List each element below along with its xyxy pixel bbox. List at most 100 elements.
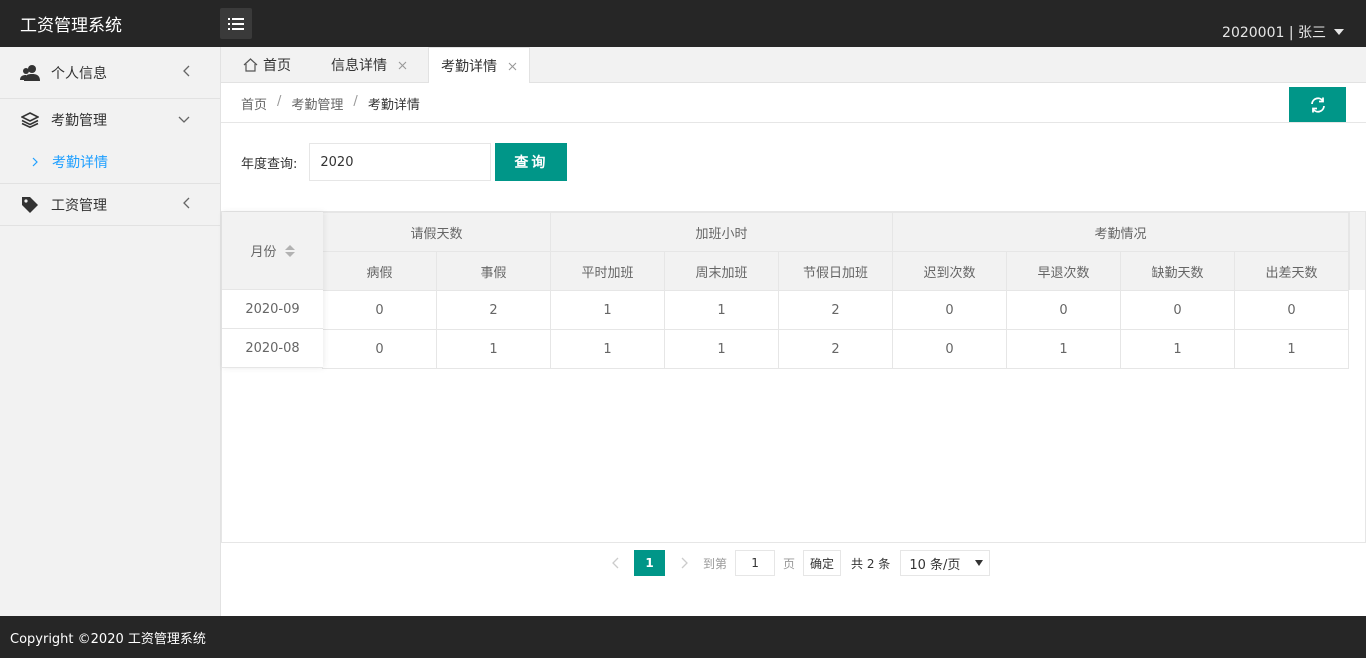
goto-confirm-button[interactable]: 确定	[803, 550, 842, 576]
column-header: 平时加班	[550, 251, 665, 291]
table-cell: 0	[322, 329, 437, 369]
sidebar-group-attendance: 考勤管理 考勤详情	[0, 99, 220, 184]
table-cell: 1	[664, 329, 779, 369]
tab-home[interactable]: 首页	[231, 47, 303, 83]
page-label: 页	[783, 556, 796, 571]
search-form: 年度查询: 查询	[241, 143, 568, 181]
table-cell: 0	[322, 290, 437, 330]
prev-page-button[interactable]	[604, 550, 626, 576]
sidebar-item-salary[interactable]: 工资管理	[0, 184, 220, 226]
table-cell: 0	[892, 329, 1007, 369]
user-name: 2020001 | 张三	[1222, 25, 1326, 41]
current-page-button[interactable]: 1	[634, 550, 665, 576]
breadcrumb-separator: /	[277, 94, 282, 109]
table-cell: 1	[664, 290, 779, 330]
sidebar-subitem-attendance-detail[interactable]: 考勤详情	[0, 141, 220, 183]
top-header: 工资管理系统 2020001 | 张三	[0, 0, 1366, 47]
home-icon	[243, 58, 258, 72]
tab-label: 信息详情	[331, 58, 387, 74]
tag-icon	[20, 195, 40, 215]
query-button[interactable]: 查询	[495, 143, 568, 181]
breadcrumb-bar: 首页 / 考勤管理 / 考勤详情	[221, 83, 1366, 123]
caret-down-icon	[1334, 29, 1344, 35]
table-cell: 0	[1120, 290, 1235, 330]
table-row: 0 1 1 1 2 0 1 1 1	[322, 329, 1349, 369]
group-header-leave: 请假天数	[322, 212, 551, 252]
column-header: 出差天数	[1234, 251, 1349, 291]
main-content: 首页 / 考勤管理 / 考勤详情 年度查询: 查询 月份 2020-09	[221, 83, 1366, 616]
tab-attendance-detail[interactable]: 考勤详情	[428, 47, 530, 84]
pagination: 1 到第 页 确定 共 2 条 10 条/页	[604, 550, 991, 576]
close-icon[interactable]	[398, 61, 407, 70]
refresh-button[interactable]	[1289, 87, 1346, 122]
year-label: 年度查询:	[241, 156, 298, 172]
chevron-right-icon	[681, 557, 688, 569]
month-cell: 2020-09	[222, 290, 323, 329]
fixed-month-column: 月份 2020-09 2020-08	[222, 212, 323, 368]
menu-toggle-button[interactable]	[220, 8, 252, 39]
sort-icon[interactable]	[284, 244, 295, 257]
tab-label: 考勤详情	[441, 59, 497, 75]
sidebar-item-label: 工资管理	[51, 197, 107, 214]
next-page-button[interactable]	[673, 550, 695, 576]
group-header-attendance: 考勤情况	[892, 212, 1349, 252]
month-header-label: 月份	[250, 245, 277, 260]
table-cell: 2	[778, 329, 893, 369]
table-cell: 1	[1234, 329, 1349, 369]
chevron-left-icon	[182, 65, 190, 81]
pagination-bar: 1 到第 页 确定 共 2 条 10 条/页	[221, 542, 1366, 584]
table-cell: 2	[436, 290, 551, 330]
table-cell: 1	[1006, 329, 1121, 369]
table-cell: 0	[1234, 290, 1349, 330]
sidebar-item-label: 考勤管理	[51, 113, 107, 129]
breadcrumb-separator: /	[353, 94, 358, 109]
sidebar: 个人信息 考勤管理 考勤详情 工资管理	[0, 47, 221, 616]
attendance-table: 月份 2020-09 2020-08 请假天数 加班小时 考勤情况 病假 事假 …	[221, 211, 1366, 584]
tab-bar: 首页 信息详情 考勤详情	[221, 47, 1366, 84]
column-header: 周末加班	[664, 251, 779, 291]
copyright-text: Copyright ©2020 工资管理系统	[10, 631, 206, 647]
tab-label: 首页	[263, 58, 291, 74]
table-cell: 1	[1120, 329, 1235, 369]
table-cell: 1	[436, 329, 551, 369]
breadcrumb-item[interactable]: 考勤管理	[291, 94, 343, 113]
sidebar-subitem-label: 考勤详情	[52, 155, 108, 171]
month-cell: 2020-08	[222, 329, 323, 368]
sidebar-item-personal-info[interactable]: 个人信息	[0, 47, 220, 99]
table-cell: 1	[550, 329, 665, 369]
table-cell: 2	[778, 290, 893, 330]
table-cell: 1	[550, 290, 665, 330]
close-icon[interactable]	[508, 62, 517, 71]
app-title: 工资管理系统	[20, 16, 122, 36]
column-header: 迟到次数	[892, 251, 1007, 291]
list-icon	[228, 17, 244, 30]
breadcrumb-current: 考勤详情	[367, 98, 420, 113]
breadcrumb: 首页 / 考勤管理 / 考勤详情	[241, 94, 420, 113]
column-header: 节假日加班	[778, 251, 893, 291]
chevron-left-icon	[611, 557, 618, 569]
user-menu[interactable]: 2020001 | 张三	[1222, 22, 1344, 42]
footer: Copyright ©2020 工资管理系统	[0, 616, 1366, 658]
total-count: 共 2 条	[851, 556, 891, 571]
goto-page-input[interactable]	[735, 550, 776, 576]
layers-icon	[20, 110, 40, 130]
table-row: 0 2 1 1 2 0 0 0 0	[322, 290, 1349, 330]
refresh-icon	[1310, 96, 1325, 113]
table-cell: 0	[892, 290, 1007, 330]
goto-label: 到第	[703, 556, 728, 571]
page-size-select[interactable]: 10 条/页	[900, 550, 991, 576]
tab-info-detail[interactable]: 信息详情	[319, 47, 419, 83]
data-table: 请假天数 加班小时 考勤情况 病假 事假 平时加班 周末加班 节假日加班 迟到次…	[322, 212, 1349, 369]
year-input[interactable]	[309, 143, 492, 181]
sidebar-item-label: 个人信息	[51, 65, 107, 82]
month-column-header[interactable]: 月份	[222, 212, 323, 290]
user-icon	[20, 63, 40, 83]
chevron-down-icon	[178, 112, 190, 128]
table-cell: 0	[1006, 290, 1121, 330]
page-size-value: 10 条/页	[909, 557, 961, 573]
sidebar-item-attendance[interactable]: 考勤管理	[0, 99, 220, 141]
column-header: 早退次数	[1006, 251, 1121, 291]
column-header: 病假	[322, 251, 437, 291]
breadcrumb-item[interactable]: 首页	[241, 94, 267, 113]
caret-down-icon	[975, 560, 984, 566]
